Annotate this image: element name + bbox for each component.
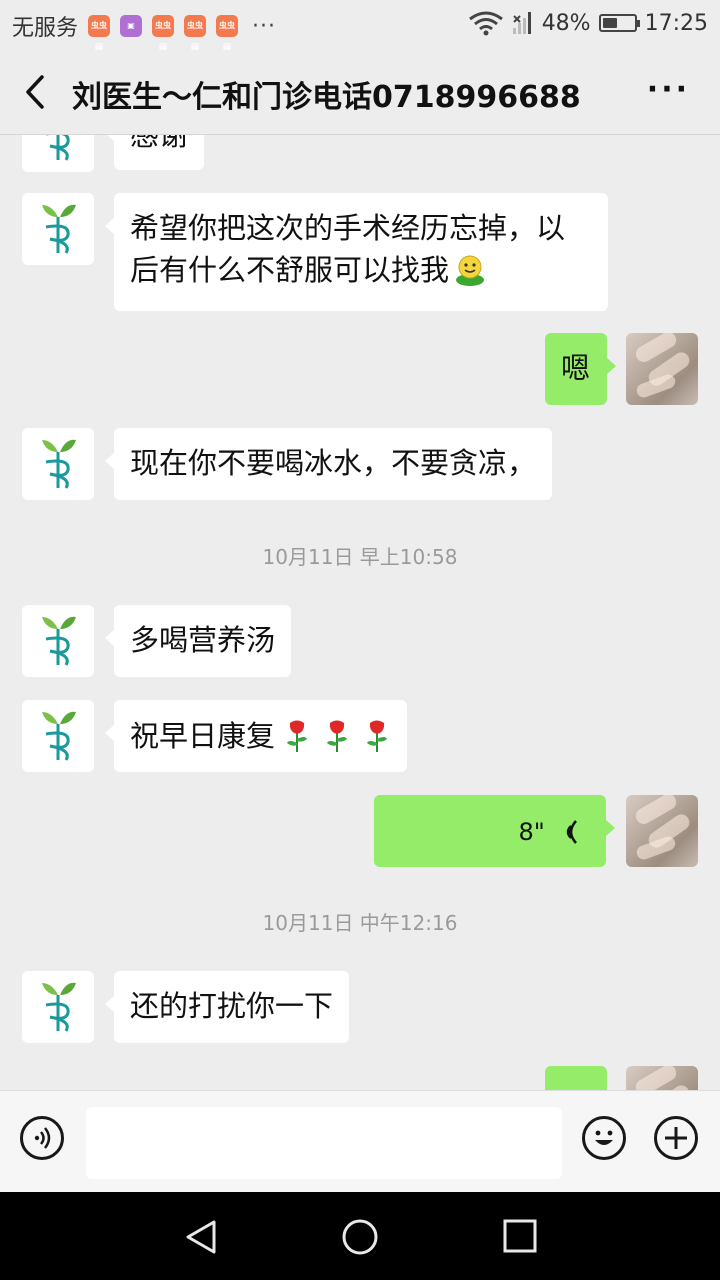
message-text: 嗯: [561, 351, 591, 385]
message-input[interactable]: [86, 1107, 562, 1179]
more-horizontal-icon[interactable]: ···: [647, 75, 690, 105]
bubble-tail: [105, 995, 115, 1013]
status-left: 无服务 虫虫网 ▣ 虫虫网 虫虫网 虫虫网 ···: [12, 10, 276, 53]
notification-app-icon: 虫虫网: [184, 15, 207, 52]
gallery-notification-icon: ▣: [120, 15, 143, 37]
voice-duration: 8": [518, 818, 545, 846]
doctor-avatar[interactable]: [22, 135, 94, 172]
rose-icon: [327, 720, 348, 752]
leaf-logo-icon: [42, 616, 76, 666]
signal-icon: [512, 12, 531, 34]
chat-title: 刘医生～仁和门诊电话0718996688: [72, 80, 581, 115]
chevron-left-icon[interactable]: [22, 74, 50, 110]
bubble-tail: [605, 819, 615, 837]
plus-icon[interactable]: [654, 1116, 698, 1160]
bubble-tail: [105, 452, 115, 470]
message-text: 祝早日康复: [130, 719, 276, 753]
smile-face-emoji-icon: [456, 255, 485, 286]
leaf-logo-icon: [42, 439, 76, 489]
battery-icon: [598, 14, 640, 32]
battery-percent: 48%: [541, 10, 591, 36]
input-bar: [0, 1090, 720, 1193]
message-text: 还的打扰你一下: [130, 989, 334, 1023]
wifi-icon: [468, 11, 503, 36]
bubble-tail: [606, 357, 616, 375]
circle-home-icon[interactable]: [341, 1218, 379, 1256]
message-bubble[interactable]: 还的打扰你一下: [105, 971, 350, 1043]
message-bubble[interactable]: 感谢: [105, 135, 205, 170]
voice-wave-icon: [566, 820, 577, 844]
chat-messages[interactable]: 感谢 希望你把这次的手术经历忘掉，以 后有什么不舒服可以找我 嗯 现在你不要喝冰…: [0, 135, 720, 1090]
timestamp: 10月11日 早上10:58: [262, 545, 458, 569]
bubble-tail: [105, 629, 115, 647]
leaf-logo-icon: [42, 711, 76, 761]
message-text: 感谢: [130, 135, 189, 152]
timestamp: 10月11日 中午12:16: [262, 911, 458, 935]
my-avatar[interactable]: [626, 1066, 698, 1090]
my-avatar[interactable]: [626, 795, 698, 867]
notification-app-icon: 虫虫网: [216, 15, 239, 52]
carrier-text: 无服务: [12, 16, 79, 41]
rose-icon: [287, 720, 308, 752]
emoji-icon[interactable]: [582, 1116, 626, 1160]
rose-icon: [367, 720, 388, 752]
message-bubble[interactable]: 希望你把这次的手术经历忘掉，以 后有什么不舒服可以找我: [105, 193, 608, 311]
message-text: 现在你不要喝冰水，不要贪凉，: [130, 446, 537, 480]
more-notifications-icon: ···: [252, 13, 276, 39]
avatar-photo-detail: [632, 1066, 680, 1090]
system-nav-bar: [0, 1192, 720, 1280]
doctor-avatar[interactable]: [22, 971, 94, 1043]
doctor-avatar[interactable]: [22, 605, 94, 677]
status-bar: 无服务 虫虫网 ▣ 虫虫网 虫虫网 虫虫网 ··· 48% 17:25: [0, 0, 720, 53]
message-text: 后有什么不舒服可以找我: [130, 253, 450, 287]
message-text: 多喝营养汤: [130, 623, 276, 657]
doctor-avatar[interactable]: [22, 193, 94, 265]
battery-fill: [602, 18, 617, 28]
voice-message-bubble[interactable]: 8": [374, 795, 615, 867]
my-avatar[interactable]: [626, 333, 698, 405]
notification-app-icon: 虫虫网: [152, 15, 175, 52]
message-bubble[interactable]: 现在你不要喝冰水，不要贪凉，: [105, 428, 553, 500]
square-recents-icon[interactable]: [502, 1218, 538, 1254]
clock: 17:25: [644, 10, 708, 36]
message-bubble-sent[interactable]: 嗯: [545, 333, 616, 405]
triangle-back-icon[interactable]: [182, 1218, 220, 1256]
doctor-avatar[interactable]: [22, 428, 94, 500]
bubble-tail: [105, 135, 115, 142]
leaf-logo-icon: [42, 204, 76, 254]
status-right: 48% 17:25: [468, 10, 708, 36]
leaf-logo-icon: [42, 982, 76, 1032]
bubble-tail: [105, 217, 115, 235]
voice-toggle-icon[interactable]: [20, 1116, 64, 1160]
leaf-logo-icon: [46, 135, 70, 161]
message-bubble[interactable]: 多喝营养汤: [105, 605, 292, 677]
message-text: 希望你把这次的手术经历忘掉，以: [130, 211, 566, 245]
message-bubble-sent[interactable]: [545, 1066, 607, 1090]
doctor-avatar[interactable]: [22, 700, 94, 772]
notification-app-icon: 虫虫网: [88, 15, 111, 52]
bubble-tail: [105, 724, 115, 742]
chat-header: 刘医生～仁和门诊电话0718996688 ···: [0, 50, 720, 135]
message-bubble[interactable]: 祝早日康复: [105, 700, 408, 772]
